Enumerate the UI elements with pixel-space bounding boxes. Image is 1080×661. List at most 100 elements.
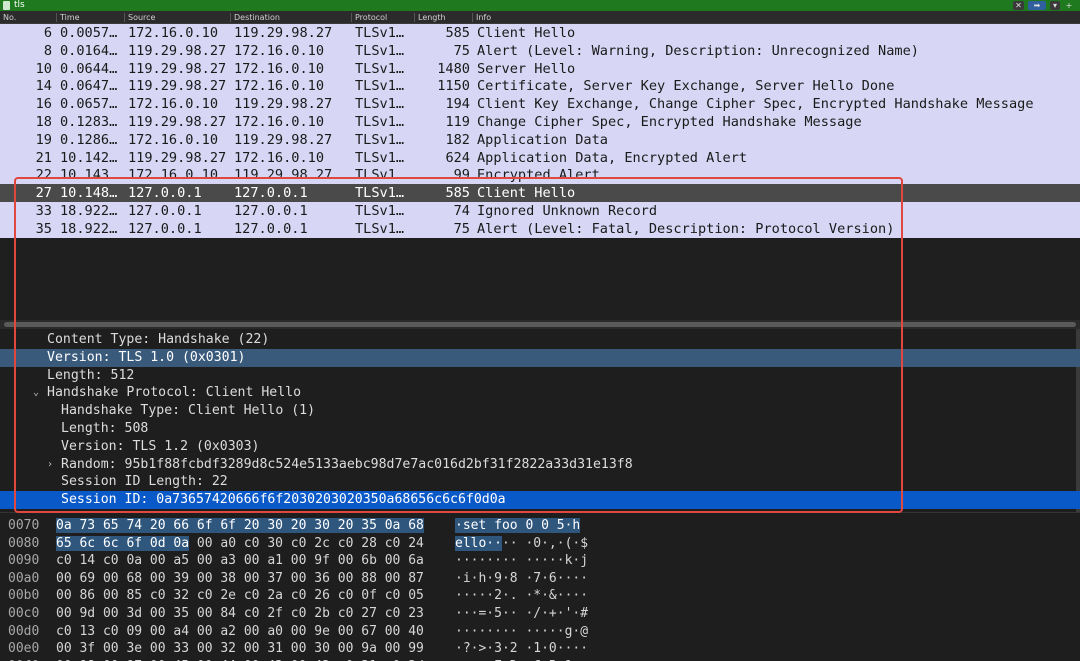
bytes-hex[interactable]: 00 86 00 85 c0 32 c0 2e c0 2a c0 26 c0 0… <box>56 587 424 605</box>
bytes-hex-normal[interactable]: 00 86 00 85 c0 32 c0 2e c0 2a c0 26 c0 0… <box>56 588 424 603</box>
bytes-row[interactable]: 00a0 00 69 00 68 00 39 00 38 00 37 00 36 … <box>0 570 1080 588</box>
packet-cell-info: Change Cipher Spec, Encrypted Handshake … <box>477 114 862 130</box>
bytes-hex[interactable]: 00 3f 00 3e 00 33 00 32 00 31 00 30 00 9… <box>56 640 424 658</box>
column-header-info[interactable]: Info <box>472 13 491 22</box>
bytes-hex-normal[interactable]: 00 3f 00 3e 00 33 00 32 00 31 00 30 00 9… <box>56 641 424 656</box>
packet-row[interactable]: 33 18.922… 127.0.0.1 127.0.0.1 TLSv1… 74 Ignor… <box>0 202 1080 220</box>
packet-cell-time: 0.0647… <box>60 78 118 95</box>
bytes-ascii[interactable]: ·····2·. ·*·&···· <box>455 587 588 605</box>
column-header-protocol[interactable]: Protocol <box>351 13 387 22</box>
bytes-row[interactable]: 00c0 00 9d 00 3d 00 35 00 84 c0 2f c0 2b … <box>0 605 1080 623</box>
bytes-hex-normal[interactable]: c0 13 c0 09 00 a4 00 a2 00 a0 00 9e 00 6… <box>56 624 424 639</box>
bytes-offset: 0090 <box>8 553 40 569</box>
filter-dropdown-button[interactable]: ▾ <box>1050 1 1060 10</box>
detail-row[interactable]: Content Type: Handshake (22) <box>0 331 1080 349</box>
bytes-hex[interactable]: c0 13 c0 09 00 a4 00 a2 00 a0 00 9e 00 6… <box>56 623 424 641</box>
bytes-row[interactable]: 0090 c0 14 c0 0a 00 a5 00 a3 00 a1 00 9f … <box>0 552 1080 570</box>
packet-row[interactable]: 16 0.0657… 172.16.0.10 119.29.98.27 TLSv1… 19… <box>0 95 1080 113</box>
column-header-source[interactable]: Source <box>124 13 155 22</box>
packet-cell-no: 21 <box>35 149 52 166</box>
pane-splitter[interactable] <box>0 320 1080 329</box>
bytes-hex[interactable]: 00 69 00 68 00 39 00 38 00 37 00 36 00 8… <box>56 570 424 588</box>
bytes-ascii[interactable]: ·set foo 0 0 5·h <box>455 517 581 535</box>
display-filter-bar[interactable]: tls ✕ ➡ ▾ + <box>0 0 1080 11</box>
expand-arrow-right-icon[interactable]: › <box>47 456 53 474</box>
bytes-hex[interactable]: 0a 73 65 74 20 66 6f 6f 20 30 20 30 20 3… <box>56 517 424 535</box>
detail-row[interactable]: Version: TLS 1.0 (0x0301) <box>0 348 1080 367</box>
detail-row[interactable]: Length: 508 <box>0 420 1080 438</box>
detail-row[interactable]: Length: 512 <box>0 367 1080 385</box>
packet-row[interactable]: 21 10.142… 119.29.98.27 172.16.0.10 TLSv1… 62… <box>0 149 1080 167</box>
bytes-ascii[interactable]: ello···· ·0·,·(·$ <box>455 535 588 553</box>
bytes-hex-normal[interactable]: c0 14 c0 0a 00 a5 00 a3 00 a1 00 9f 00 6… <box>56 553 424 568</box>
packet-cell-no: 10 <box>35 60 52 77</box>
bytes-ascii[interactable]: ········ ·····g·@ <box>455 623 588 641</box>
bytes-row[interactable]: 00b0 00 86 00 85 c0 32 c0 2e c0 2a c0 26 … <box>0 587 1080 605</box>
detail-row[interactable]: ⌄ Handshake Protocol: Client Hello <box>0 384 1080 402</box>
packet-row[interactable]: 10 0.0644… 119.29.98.27 172.16.0.10 TLSv1… 14… <box>0 60 1080 78</box>
packet-row[interactable]: 19 0.1286… 172.16.0.10 119.29.98.27 TLSv1… 18… <box>0 131 1080 149</box>
packet-row[interactable]: 18 0.1283… 119.29.98.27 172.16.0.10 TLSv1… 11… <box>0 113 1080 131</box>
packet-row[interactable]: 8 0.0164… 119.29.98.27 172.16.0.10 TLSv1… 75 A… <box>0 42 1080 60</box>
detail-row-text: Length: 512 <box>47 367 135 383</box>
packet-cell-no: 33 <box>35 203 52 219</box>
detail-row[interactable]: › Random: 95b1f88fcbdf3289d8c524e5133aebc… <box>0 456 1080 474</box>
column-header-no[interactable]: No. <box>0 13 16 22</box>
packet-cell-info: Ignored Unknown Record <box>477 203 658 219</box>
apply-filter-button[interactable]: ➡ <box>1028 1 1046 10</box>
packet-row-selected[interactable]: 27 10.148… 127.0.0.1 127.0.0.1 TLSv1… 585 Clie… <box>0 184 1080 203</box>
detail-row[interactable]: Session ID Length: 22 <box>0 473 1080 491</box>
display-filter-input[interactable]: tls <box>14 0 25 11</box>
clear-filter-button[interactable]: ✕ <box>1013 1 1024 10</box>
bytes-ascii[interactable]: ·?·>·3·2 ·1·0···· <box>455 640 588 658</box>
column-header-length[interactable]: Length <box>414 13 446 22</box>
packet-cell-no: 8 <box>43 42 52 59</box>
bytes-hex[interactable]: 65 6c 6c 6f 0d 0a 00 a0 c0 30 c0 2c c0 2… <box>56 535 424 553</box>
bookmark-icon[interactable] <box>3 1 10 10</box>
bytes-ascii-normal[interactable]: ···=·5·· ·/·+·'·# <box>455 606 588 621</box>
bytes-row[interactable]: 0070 0a 73 65 74 20 66 6f 6f 20 30 20 30 … <box>0 517 1080 535</box>
packet-cell-dst: 172.16.0.10 <box>234 114 325 130</box>
detail-row-selected[interactable]: Session ID: 0a73657420666f6f203020302035… <box>0 491 1080 510</box>
expand-arrow-down-icon[interactable]: ⌄ <box>33 384 39 402</box>
bytes-hex-highlighted[interactable]: 0a 73 65 74 20 66 6f 6f 20 30 20 30 20 3… <box>56 518 424 533</box>
packet-details-tree[interactable]: Content Type: Handshake (22) Version: TLS… <box>0 329 1080 512</box>
bytes-ascii[interactable]: ········ ·····k·j <box>455 552 588 570</box>
bytes-row[interactable]: 00e0 00 3f 00 3e 00 33 00 32 00 31 00 30 … <box>0 640 1080 658</box>
packet-bytes-pane[interactable]: 0070 0a 73 65 74 20 66 6f 6f 20 30 20 30 … <box>0 512 1080 661</box>
packet-row[interactable]: 6 0.0057… 172.16.0.10 119.29.98.27 TLSv1… 585… <box>0 24 1080 42</box>
bytes-ascii[interactable]: ···=·5·· ·/·+·'·# <box>455 605 588 623</box>
bytes-hex[interactable]: c0 14 c0 0a 00 a5 00 a3 00 a1 00 9f 00 6… <box>56 552 424 570</box>
bytes-offset: 0070 <box>8 518 40 533</box>
bytes-ascii[interactable]: ·i·h·9·8 ·7·6···· <box>455 570 588 588</box>
bytes-ascii-normal[interactable]: ·····2·. ·*·&···· <box>455 588 588 603</box>
splitter-handle[interactable] <box>4 322 1076 327</box>
bytes-offset: 00a0 <box>8 570 40 586</box>
bytes-ascii-normal[interactable]: ·?·>·3·2 ·1·0···· <box>455 641 588 656</box>
packet-cell-proto: TLSv1… <box>355 203 405 219</box>
add-filter-button[interactable]: + <box>1064 1 1074 10</box>
bytes-ascii-normal[interactable]: ·i·h·9·8 ·7·6···· <box>455 571 588 586</box>
bytes-hex-normal[interactable]: 00 9d 00 3d 00 35 00 84 c0 2f c0 2b c0 2… <box>56 606 424 621</box>
bytes-ascii-normal[interactable]: ········ ·····g·@ <box>455 624 588 639</box>
bytes-hex-highlighted[interactable]: 65 6c 6c 6f 0d 0a <box>56 535 190 551</box>
packet-list-empty-area <box>0 238 1080 320</box>
bytes-row[interactable]: 00d0 c0 13 c0 09 00 a4 00 a2 00 a0 00 9e … <box>0 623 1080 641</box>
packet-row[interactable]: 14 0.0647… 119.29.98.27 172.16.0.10 TLSv1… 11… <box>0 77 1080 95</box>
packet-row[interactable]: 22 10.143… 172.16.0.10 119.29.98.27 TLSv1… 99… <box>0 166 1080 184</box>
detail-row-text: Version: TLS 1.2 (0x0303) <box>61 438 260 454</box>
bytes-row[interactable]: 0080 65 6c 6c 6f 0d 0a 00 a0 c0 30 c0 2c … <box>0 535 1080 553</box>
column-header-destination[interactable]: Destination <box>230 13 280 22</box>
packet-row[interactable]: 35 18.922… 127.0.0.1 127.0.0.1 TLSv1… 75 Alert… <box>0 220 1080 238</box>
bytes-ascii-highlighted[interactable]: ello·· <box>455 535 502 551</box>
bytes-hex-normal[interactable]: 00 69 00 68 00 39 00 38 00 37 00 36 00 8… <box>56 571 424 586</box>
column-header-time[interactable]: Time <box>56 13 80 22</box>
bytes-hex[interactable]: 00 9d 00 3d 00 35 00 84 c0 2f c0 2b c0 2… <box>56 605 424 623</box>
bytes-ascii-highlighted[interactable]: ·set foo 0 0 5·h <box>455 518 581 533</box>
bytes-hex-normal[interactable]: 00 a0 c0 30 c0 2c c0 28 c0 24 <box>189 536 424 551</box>
detail-row[interactable]: Handshake Type: Client Hello (1) <box>0 402 1080 420</box>
packet-list[interactable]: 6 0.0057… 172.16.0.10 119.29.98.27 TLSv1… 585… <box>0 24 1080 238</box>
detail-row[interactable]: Version: TLS 1.2 (0x0303) <box>0 438 1080 456</box>
bytes-ascii-normal[interactable]: ·· ·0·,·(·$ <box>502 536 588 551</box>
bytes-ascii-normal[interactable]: ········ ·····k·j <box>455 553 588 568</box>
